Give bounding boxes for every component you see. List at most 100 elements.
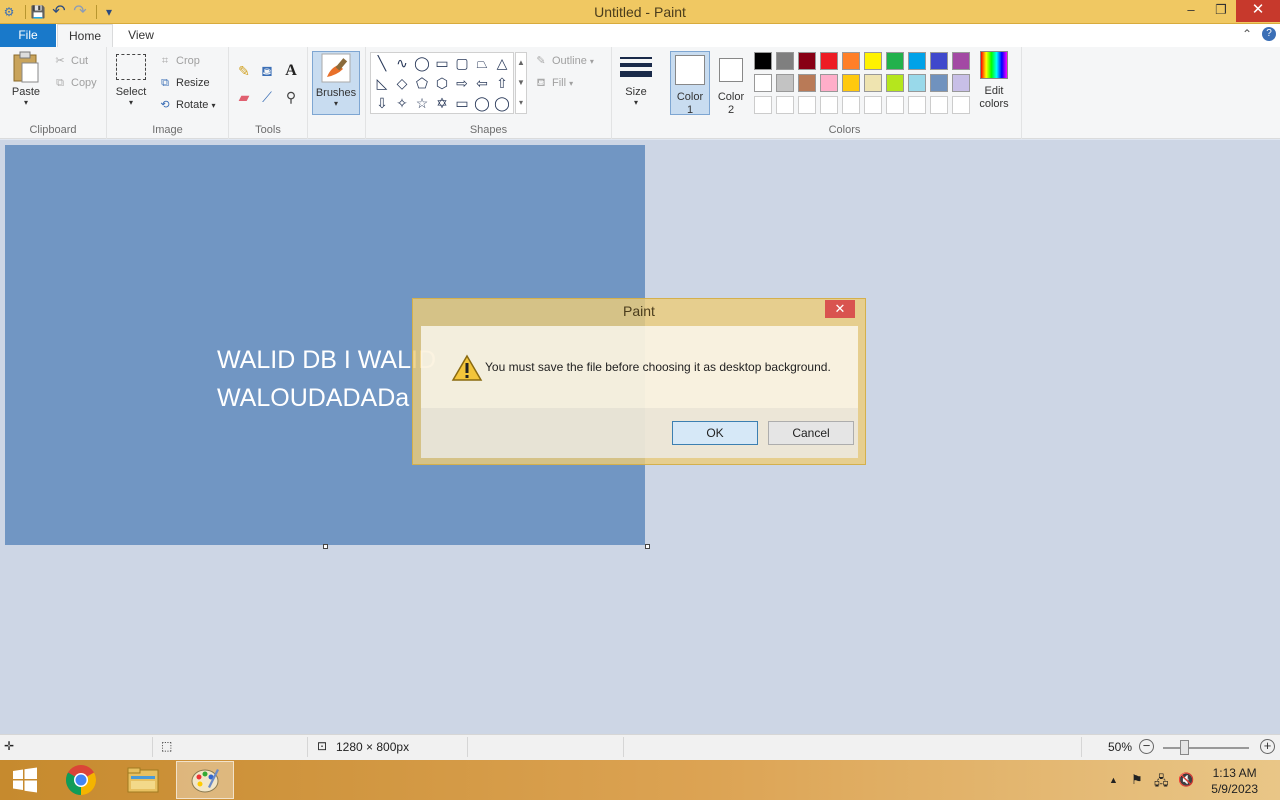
custom-color-slot[interactable]	[864, 96, 882, 114]
rotate-button[interactable]: ⟲ Rotate ▾	[157, 95, 215, 115]
custom-color-slot[interactable]	[952, 96, 970, 114]
palette-swatch[interactable]	[798, 52, 816, 70]
collapse-ribbon-icon[interactable]: ⌃	[1242, 27, 1252, 41]
show-hidden-icons-button[interactable]: ▲	[1109, 775, 1118, 785]
custom-color-slot[interactable]	[908, 96, 926, 114]
custom-color-slot[interactable]	[776, 96, 794, 114]
fill-button[interactable]: ⛾ Fill ▾	[533, 73, 574, 93]
canvas-resize-handle-bottom[interactable]	[323, 544, 328, 549]
resize-button[interactable]: ⧉ Resize	[157, 73, 210, 93]
help-icon[interactable]: ?	[1262, 27, 1276, 41]
zoom-out-button[interactable]: −	[1139, 739, 1154, 754]
restore-button[interactable]: ❐	[1206, 0, 1236, 22]
palette-swatch[interactable]	[930, 52, 948, 70]
palette-swatch[interactable]	[842, 74, 860, 92]
dialog-close-button[interactable]: ✕	[825, 300, 855, 318]
oval-callout-shape-icon[interactable]: ◯	[472, 93, 492, 113]
size-button[interactable]: Size ▾	[618, 51, 654, 107]
start-button[interactable]	[0, 761, 50, 799]
pencil-icon[interactable]: ✎	[234, 61, 254, 81]
oval-shape-icon[interactable]: ◯	[412, 53, 432, 73]
fill-bucket-icon[interactable]: ⛾	[257, 61, 277, 81]
palette-swatch[interactable]	[798, 74, 816, 92]
paste-button[interactable]: Paste ▾	[6, 51, 46, 107]
curve-shape-icon[interactable]: ∿	[392, 53, 412, 73]
close-button[interactable]: ✕	[1236, 0, 1280, 22]
palette-swatch[interactable]	[754, 52, 772, 70]
color-picker-icon[interactable]: ⟋	[257, 87, 277, 107]
left-arrow-shape-icon[interactable]: ⇦	[472, 73, 492, 93]
up-arrow-shape-icon[interactable]: ⇧	[492, 73, 512, 93]
palette-swatch[interactable]	[864, 52, 882, 70]
dialog-title: Paint	[623, 303, 655, 319]
ok-button[interactable]: OK	[672, 421, 758, 445]
color1-selector[interactable]: Color 1	[670, 51, 710, 116]
volume-muted-icon[interactable]: 🔇	[1178, 772, 1194, 788]
pentagon-shape-icon[interactable]: ⬠	[412, 73, 432, 93]
rounded-rectangle-shape-icon[interactable]: ▢	[452, 53, 472, 73]
tab-file[interactable]: File	[0, 24, 56, 47]
palette-swatch[interactable]	[820, 74, 838, 92]
copy-button[interactable]: ⧉ Copy	[52, 73, 97, 93]
rounded-callout-shape-icon[interactable]: ▭	[452, 93, 472, 113]
zoom-slider-thumb[interactable]	[1180, 740, 1189, 755]
tab-view[interactable]: View	[120, 24, 162, 47]
custom-color-slot[interactable]	[754, 96, 772, 114]
palette-swatch[interactable]	[820, 52, 838, 70]
select-button[interactable]: Select ▾	[113, 51, 149, 107]
outline-button[interactable]: ✎ Outline ▾	[533, 51, 594, 71]
line-shape-icon[interactable]: ╲	[372, 53, 392, 73]
tab-home[interactable]: Home	[57, 24, 113, 48]
palette-swatch[interactable]	[930, 74, 948, 92]
palette-swatch[interactable]	[776, 52, 794, 70]
shapes-gallery-scroll[interactable]: ▲ ▼ ▾	[515, 52, 527, 114]
palette-swatch[interactable]	[908, 52, 926, 70]
palette-swatch[interactable]	[952, 74, 970, 92]
status-separator	[152, 737, 153, 757]
palette-swatch[interactable]	[886, 74, 904, 92]
action-center-flag-icon[interactable]: ⚑	[1131, 772, 1143, 788]
palette-swatch[interactable]	[908, 74, 926, 92]
palette-swatch[interactable]	[952, 52, 970, 70]
custom-color-slot[interactable]	[886, 96, 904, 114]
six-point-star-shape-icon[interactable]: ✡	[432, 93, 452, 113]
palette-swatch[interactable]	[776, 74, 794, 92]
custom-color-slot[interactable]	[798, 96, 816, 114]
custom-color-slot[interactable]	[930, 96, 948, 114]
cancel-button[interactable]: Cancel	[768, 421, 854, 445]
rectangle-shape-icon[interactable]: ▭	[432, 53, 452, 73]
canvas-resize-handle-corner[interactable]	[645, 544, 650, 549]
brushes-button[interactable]: Brushes ▾	[312, 51, 360, 115]
right-triangle-shape-icon[interactable]: ◺	[372, 73, 392, 93]
color2-selector[interactable]: Color 2	[712, 51, 750, 116]
text-tool-icon[interactable]: A	[281, 61, 301, 81]
magnifier-icon[interactable]: ⚲	[281, 87, 301, 107]
edit-colors-button[interactable]: Edit colors	[974, 51, 1014, 113]
custom-color-slot[interactable]	[842, 96, 860, 114]
file-explorer-taskbar-button[interactable]	[114, 761, 172, 799]
polygon-shape-icon[interactable]: ⏢	[472, 53, 492, 73]
palette-swatch[interactable]	[842, 52, 860, 70]
zoom-in-button[interactable]: +	[1260, 739, 1275, 754]
diamond-shape-icon[interactable]: ◇	[392, 73, 412, 93]
triangle-shape-icon[interactable]: △	[492, 53, 512, 73]
palette-swatch[interactable]	[886, 52, 904, 70]
four-point-star-shape-icon[interactable]: ✧	[392, 93, 412, 113]
hexagon-shape-icon[interactable]: ⬡	[432, 73, 452, 93]
eraser-icon[interactable]: ▰	[234, 87, 254, 107]
cut-button[interactable]: ✂ Cut	[52, 51, 88, 71]
chrome-taskbar-button[interactable]	[52, 761, 110, 799]
system-clock[interactable]: 1:13 AM 5/9/2023	[1211, 765, 1258, 797]
zoom-slider-track[interactable]	[1163, 747, 1249, 749]
custom-color-slot[interactable]	[820, 96, 838, 114]
cloud-callout-shape-icon[interactable]: ◯	[492, 93, 512, 113]
paint-taskbar-button[interactable]	[176, 761, 234, 799]
network-icon[interactable]: 🖧	[1154, 772, 1169, 794]
palette-swatch[interactable]	[864, 74, 882, 92]
five-point-star-shape-icon[interactable]: ☆	[412, 93, 432, 113]
minimize-button[interactable]: –	[1176, 0, 1206, 22]
down-arrow-shape-icon[interactable]: ⇩	[372, 93, 392, 113]
palette-swatch[interactable]	[754, 74, 772, 92]
right-arrow-shape-icon[interactable]: ⇨	[452, 73, 472, 93]
crop-button[interactable]: ⌗ Crop	[157, 51, 200, 71]
